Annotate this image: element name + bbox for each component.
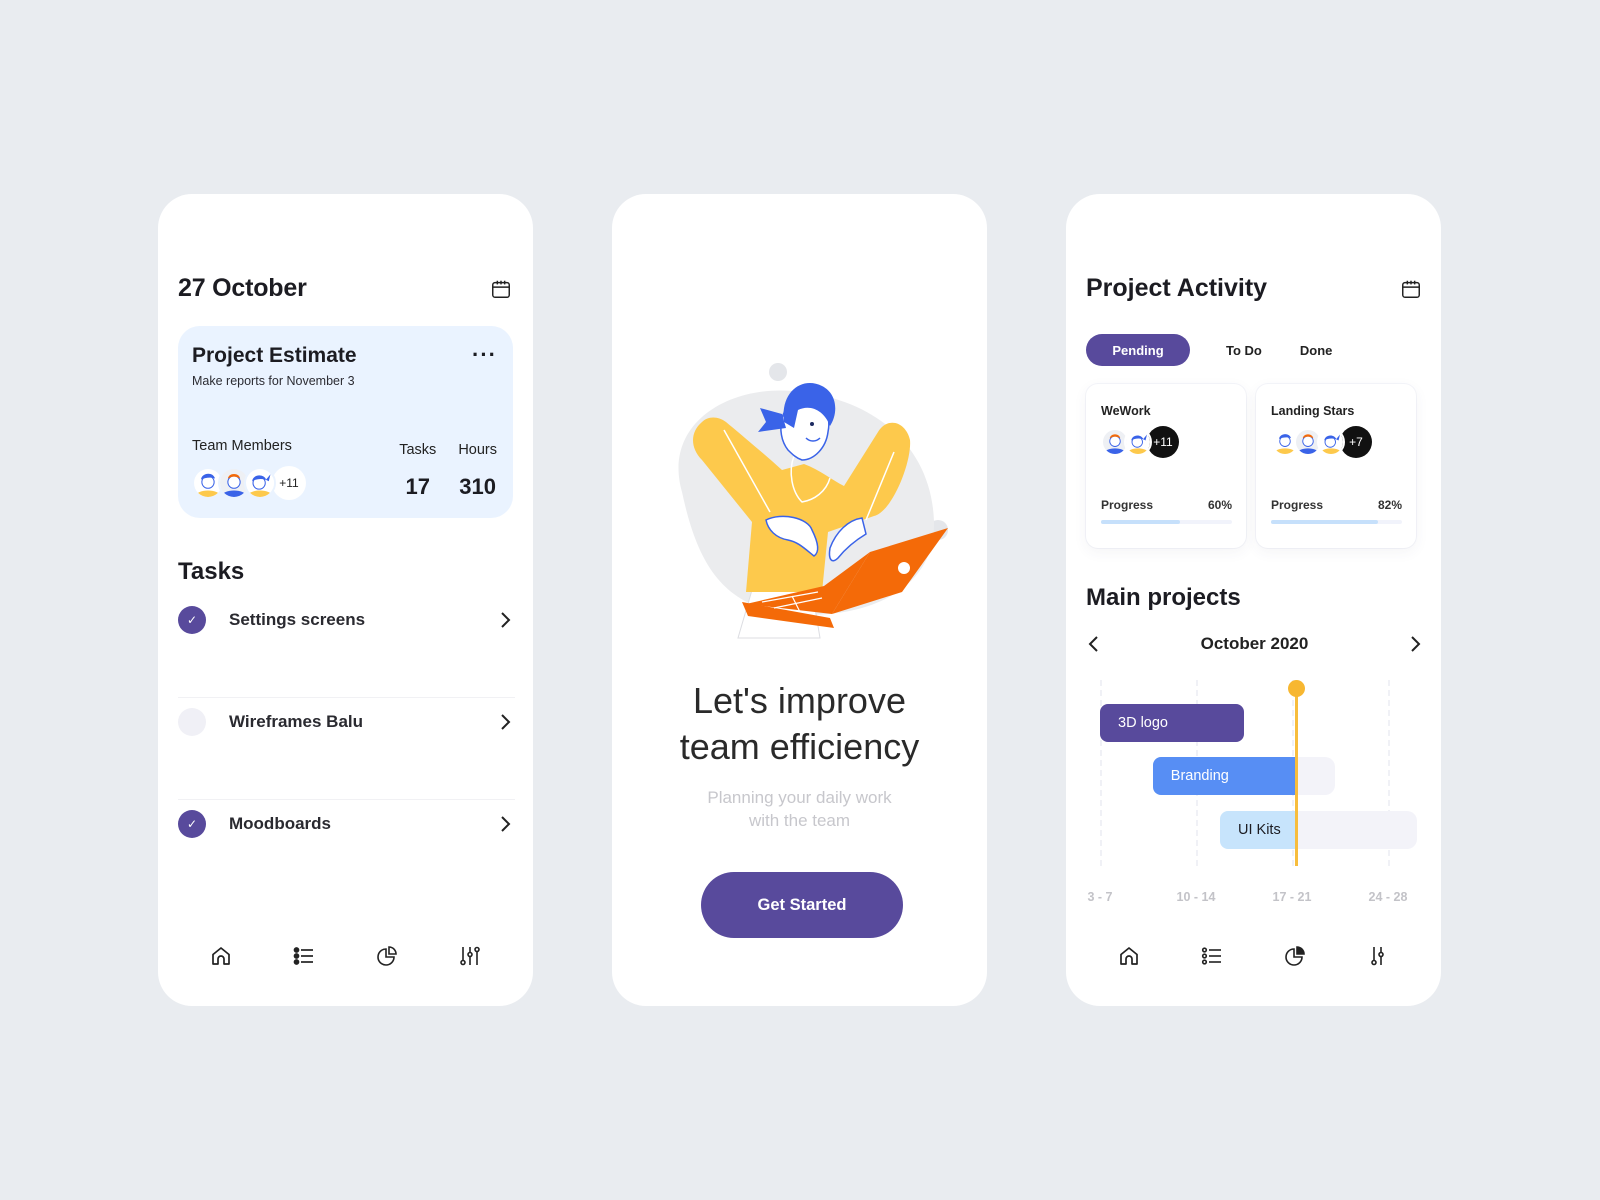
card-subtitle: Make reports for November 3 (192, 374, 355, 388)
avatar-stack: +11 (1101, 426, 1232, 458)
main-projects-heading: Main projects (1086, 584, 1241, 611)
progress-bar-fill (1101, 520, 1180, 524)
avatar (1124, 428, 1152, 456)
tasks-label: Tasks (399, 442, 437, 458)
team-members: Team Members +11 (192, 438, 377, 500)
hours-label: Hours (458, 442, 497, 458)
task-item[interactable]: ✓ Settings screens (178, 596, 515, 698)
tasks-screen: 27 October Project Estimate Make reports… (158, 194, 533, 1006)
gantt-bar[interactable]: 3D logo (1100, 704, 1244, 742)
tasks-heading: Tasks (178, 558, 245, 585)
week-label: 10 - 14 (1176, 890, 1216, 904)
calendar-icon[interactable] (1399, 277, 1423, 301)
tab-pending[interactable]: Pending (1086, 334, 1190, 366)
woman-with-laptop-illustration (678, 363, 948, 639)
progress-label: Progress (1271, 498, 1324, 512)
home-icon[interactable] (207, 942, 235, 970)
sliders-icon[interactable] (456, 942, 484, 970)
week-label: 17 - 21 (1272, 890, 1312, 904)
project-cards: WeWork +11 Progress 60% Landing Stars +7… (1086, 384, 1416, 548)
progress-value: 82% (1377, 498, 1402, 512)
bottom-tab-bar (1066, 942, 1441, 970)
avatar-stack: +7 (1271, 426, 1402, 458)
task-label: Moodboards (229, 814, 331, 833)
pie-chart-icon[interactable] (1281, 942, 1309, 970)
subtitle-line: with the team (748, 811, 851, 830)
more-members-count: +11 (272, 466, 306, 500)
project-name: WeWork (1101, 404, 1151, 418)
task-label: Wireframes Balu (229, 712, 364, 731)
chevron-right-icon[interactable] (495, 606, 515, 634)
task-checkbox[interactable]: ✓ (178, 810, 206, 838)
today-marker-dot[interactable] (1288, 680, 1306, 697)
avatar (1317, 428, 1345, 456)
card-title: Project Estimate (192, 344, 357, 367)
month-navigator: October 2020 (1082, 632, 1427, 656)
progress-bar (1101, 520, 1232, 524)
list-icon[interactable] (1198, 942, 1226, 970)
avatar (244, 467, 276, 499)
subtitle-line: Planning your daily work (707, 788, 892, 807)
gantt-bar[interactable]: Branding (1152, 757, 1297, 795)
date-title: 27 October (178, 274, 307, 302)
project-name: Landing Stars (1271, 404, 1355, 418)
task-item[interactable]: Wireframes Balu (178, 698, 515, 800)
title-line: Let's improve (693, 680, 906, 721)
gantt-timeline: 3 - 7 10 - 14 17 - 21 24 - 28 3D logo Brandin… (1066, 680, 1441, 912)
task-list: ✓ Settings screens Wireframes Balu ✓ Moo… (178, 596, 515, 902)
task-item[interactable]: ✓ Moodboards (178, 800, 515, 902)
project-estimate-card[interactable]: Project Estimate Make reports for Novemb… (178, 326, 513, 518)
progress-row: Progress 82% (1271, 498, 1402, 512)
title-line: team efficiency (679, 726, 920, 767)
bottom-tab-bar (158, 942, 533, 970)
chevron-right-icon[interactable] (495, 810, 515, 838)
chevron-right-icon[interactable] (1403, 632, 1427, 656)
progress-row: Progress 60% (1101, 498, 1232, 512)
today-marker-line (1295, 688, 1299, 866)
task-checkbox[interactable] (178, 708, 206, 736)
get-started-button[interactable]: Get Started (701, 872, 903, 938)
task-checkbox[interactable]: ✓ (178, 606, 206, 634)
avatar-stack[interactable]: +11 (192, 466, 377, 500)
onboarding-subtitle: Planning your daily work with the team (612, 786, 987, 832)
project-activity-screen: Project Activity Pending To Do Done WeWo… (1066, 194, 1441, 1006)
more-horizontal-icon[interactable]: ··· (472, 344, 497, 366)
team-members-label: Team Members (192, 438, 292, 454)
chevron-right-icon[interactable] (495, 708, 515, 736)
tab-to-do[interactable]: To Do (1200, 334, 1274, 366)
week-label: 24 - 28 (1368, 890, 1408, 904)
progress-label: Progress (1101, 498, 1154, 512)
tab-done[interactable]: Done (1274, 334, 1345, 366)
status-segmented-control: Pending To Do Done (1086, 334, 1344, 366)
gantt-bar[interactable]: UI Kits (1220, 811, 1297, 849)
progress-value: 60% (1207, 498, 1232, 512)
onboarding-title: Let's improve team efficiency (612, 678, 987, 770)
tasks-stat: Tasks 17 (399, 442, 436, 500)
week-label: 3 - 7 (1087, 890, 1113, 904)
page-title: Project Activity (1086, 274, 1268, 302)
chevron-left-icon[interactable] (1082, 632, 1106, 656)
sliders-icon[interactable] (1364, 942, 1392, 970)
project-card[interactable]: WeWork +11 Progress 60% (1086, 384, 1246, 548)
home-icon[interactable] (1115, 942, 1143, 970)
task-label: Settings screens (229, 610, 366, 629)
progress-bar (1271, 520, 1402, 524)
pie-chart-icon[interactable] (373, 942, 401, 970)
list-icon[interactable] (290, 942, 318, 970)
month-label: October 2020 (1200, 634, 1309, 653)
screen-header: 27 October (178, 274, 513, 303)
hours-stat: Hours 310 (458, 442, 497, 500)
hours-value: 310 (459, 474, 497, 499)
progress-bar-fill (1271, 520, 1379, 524)
onboarding-screen: Let's improve team efficiency Planning y… (612, 194, 987, 1006)
project-card[interactable]: Landing Stars +7 Progress 82% (1256, 384, 1416, 548)
card-stats: Team Members +11 Tasks 17 Hours 310 (192, 438, 497, 500)
calendar-icon[interactable] (489, 277, 513, 301)
screen-header: Project Activity (1086, 274, 1423, 303)
tasks-value: 17 (405, 474, 431, 499)
